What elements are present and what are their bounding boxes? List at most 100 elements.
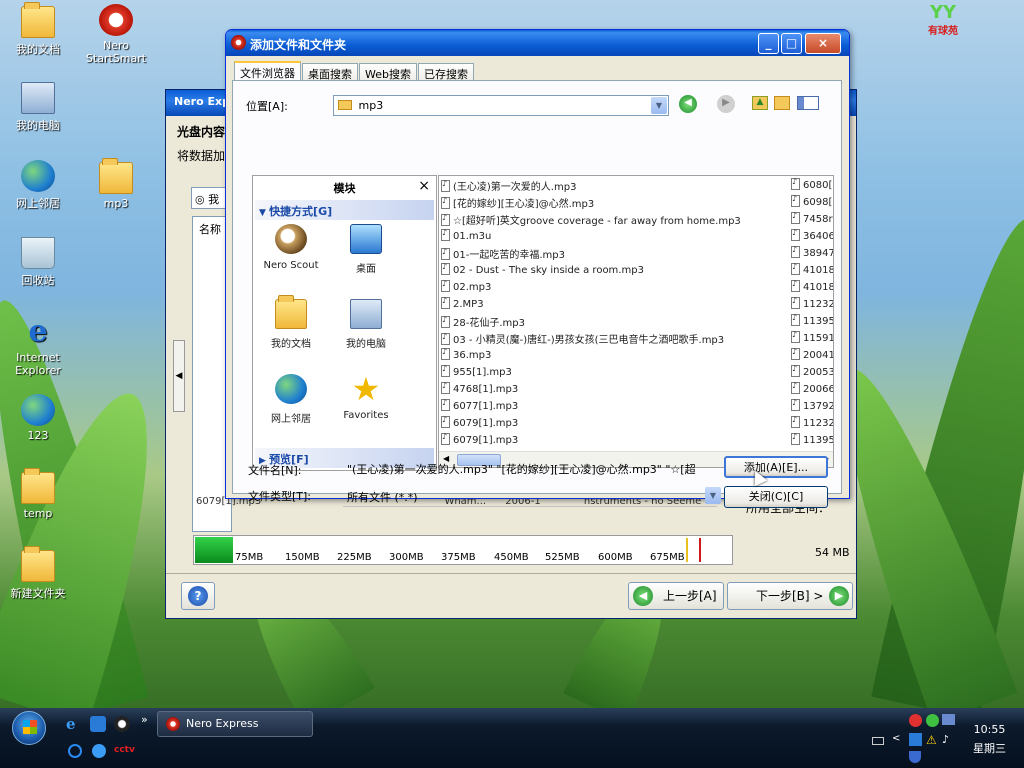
more-icon[interactable]: » — [141, 713, 148, 726]
view-menu-icon[interactable] — [797, 96, 819, 110]
size-value: 20041 — [803, 350, 834, 361]
chevron-down-icon[interactable]: ▼ — [705, 487, 721, 504]
taskbar-item-nero-express[interactable]: Nero Express — [157, 711, 313, 737]
list-item[interactable]: ☆[超好听]英文groove coverage - far away from … — [441, 212, 741, 229]
audio-file-icon — [441, 332, 450, 345]
antivirus-icon[interactable] — [909, 714, 922, 727]
list-item[interactable]: 03 - 小精灵(魔-)唐红-)男孩女孩(三巴电音牛之酒吧歌手.mp3 — [441, 331, 724, 348]
qq-icon[interactable] — [114, 716, 130, 732]
minimize-button[interactable]: _ — [758, 33, 779, 54]
list-item[interactable]: [花的嫁纱][王心凌]@心然.mp3 — [441, 195, 594, 212]
tray-expand-icon[interactable]: < — [892, 733, 900, 744]
audio-file-icon — [441, 262, 450, 275]
desktop-icon-my-computer[interactable]: 我的电脑 — [7, 82, 69, 133]
search-quicklaunch-icon[interactable] — [68, 744, 82, 758]
maximize-button[interactable]: □ — [781, 33, 802, 54]
ie-quicklaunch-icon[interactable]: e — [66, 716, 82, 732]
desktop-icon-temp[interactable]: temp — [7, 468, 69, 520]
shortcut-desktop[interactable]: 桌面 — [331, 224, 401, 275]
audio-file-icon — [441, 179, 450, 192]
tray-area: < ⚠ ♪ — [872, 713, 962, 763]
shortcuts-section[interactable]: ▼ 快捷方式[G] — [255, 200, 434, 220]
shortcut-my-documents[interactable]: 我的文档 — [256, 295, 326, 350]
start-button[interactable] — [12, 711, 46, 745]
location-value: mp3 — [358, 99, 384, 112]
brand-logo-text: 有球苑 — [928, 26, 958, 37]
size-column: 6080[ 6098[ 7458r 36406 38947 41018 4101… — [789, 176, 834, 452]
back-arrow-icon: ◀ — [633, 586, 653, 606]
new-folder-icon[interactable] — [774, 96, 790, 110]
desktop-icon-recycle-bin[interactable]: 回收站 — [7, 237, 69, 288]
app-quicklaunch-icon[interactable] — [90, 716, 106, 732]
help-button[interactable]: ? — [181, 582, 215, 610]
up-folder-icon[interactable]: ▲ — [752, 96, 768, 110]
list-item[interactable]: 6077[1].mp3 — [441, 398, 518, 416]
computer-icon — [350, 299, 382, 329]
display-icon[interactable] — [942, 714, 955, 725]
desktop-icon-nero-startsmart[interactable]: Nero StartSmart — [85, 4, 147, 65]
close-icon[interactable]: × — [418, 178, 430, 194]
desktop-icon-my-documents[interactable]: 我的文档 — [7, 2, 69, 57]
location-combo[interactable]: mp3 ▼ — [333, 95, 669, 116]
shortcut-label: 我的文档 — [271, 339, 311, 350]
dialog-close-button[interactable]: 关闭(C)[C] — [724, 486, 828, 508]
filename-input[interactable]: "(王心凌)第一次爱的人.mp3" "[花的嫁纱][王心凌]@心然.mp3" "… — [343, 458, 717, 479]
folder-icon — [21, 546, 55, 582]
shortcut-nero-scout[interactable]: Nero Scout — [256, 224, 326, 271]
ime-icon[interactable] — [909, 733, 922, 746]
list-item[interactable]: 2.MP3 — [441, 296, 484, 314]
desktop-icon-mp3[interactable]: mp3 — [85, 158, 147, 210]
list-item[interactable]: 01.m3u — [441, 228, 491, 246]
back-button[interactable]: ◀ 上一步[A] — [628, 582, 724, 610]
size-value: 11232 — [803, 418, 834, 429]
network-status-icon[interactable] — [926, 714, 939, 727]
size-cell: 11395 — [791, 432, 833, 450]
file-list[interactable]: (王心凌)第一次爱的人.mp3 [花的嫁纱][王心凌]@心然.mp3 ☆[超好听… — [438, 175, 834, 468]
desktop-icon-label: 我的电脑 — [16, 119, 60, 132]
folder-icon — [21, 468, 55, 504]
volume-icon[interactable]: ♪ — [942, 733, 949, 746]
dialog-tabs: 文件浏览器 桌面搜索 Web搜索 已存搜索 — [234, 61, 475, 82]
list-item[interactable]: 02 - Dust - The sky inside a room.mp3 — [441, 262, 644, 280]
capacity-tick: 225MB — [337, 552, 372, 563]
add-button[interactable]: 添加(A)[E]... — [724, 456, 828, 478]
warning-icon[interactable]: ⚠ — [926, 733, 937, 747]
clock[interactable]: 10:55 星期三 — [973, 722, 1006, 756]
cctv-quicklaunch-icon[interactable]: cctv — [114, 745, 135, 755]
desktop-icon-new-folder[interactable]: 新建文件夹 — [7, 546, 69, 601]
list-item[interactable]: 6079[1].mp3 — [441, 415, 518, 433]
list-item[interactable]: (王心凌)第一次爱的人.mp3 — [441, 178, 576, 195]
filetype-select[interactable]: 所有文件 (*.*) ▼ — [343, 486, 721, 507]
size-cell: 11395 — [791, 313, 833, 331]
audio-file-icon — [791, 296, 800, 309]
list-item[interactable]: 6079[1].mp3 — [441, 432, 518, 450]
globe-quicklaunch-icon[interactable] — [92, 744, 106, 758]
close-button[interactable]: × — [805, 33, 841, 54]
list-item[interactable]: 4768[1].mp3 — [441, 381, 518, 399]
file-name: 02.mp3 — [453, 282, 492, 293]
dialog-title: 添加文件和文件夹 — [250, 38, 347, 52]
tab-file-browser[interactable]: 文件浏览器 — [234, 61, 301, 82]
desktop-icon-123[interactable]: 123 — [7, 394, 69, 442]
desktop-icon-ie[interactable]: e Internet Explorer — [7, 316, 69, 378]
shortcut-icon — [21, 394, 55, 426]
shortcut-network[interactable]: 网上邻居 — [256, 374, 326, 425]
keyboard-icon[interactable] — [872, 737, 884, 745]
desktop-icon-network[interactable]: 网上邻居 — [7, 160, 69, 211]
next-button[interactable]: 下一步[B] > ▶ — [727, 582, 853, 610]
list-item[interactable]: 36.mp3 — [441, 347, 491, 365]
shortcut-favorites[interactable]: ★ Favorites — [331, 373, 401, 421]
left-collapse-button[interactable]: ◀ — [173, 340, 185, 412]
list-item[interactable]: 01-一起吃苦的幸福.mp3 — [441, 246, 565, 263]
back-nav-icon[interactable]: ◀ — [679, 95, 697, 113]
list-item[interactable]: 28-花仙子.mp3 — [441, 314, 525, 331]
forward-nav-icon[interactable]: ▶ — [717, 95, 735, 113]
list-item[interactable]: 02.mp3 — [441, 279, 492, 297]
computer-icon — [21, 82, 55, 114]
network-icon — [275, 374, 307, 404]
shortcut-my-computer[interactable]: 我的电脑 — [331, 299, 401, 350]
security-shield-icon[interactable] — [909, 751, 921, 763]
capacity-used: 54 MB — [815, 546, 850, 559]
list-item[interactable]: 955[1].mp3 — [441, 364, 512, 382]
chevron-down-icon[interactable]: ▼ — [651, 97, 667, 114]
